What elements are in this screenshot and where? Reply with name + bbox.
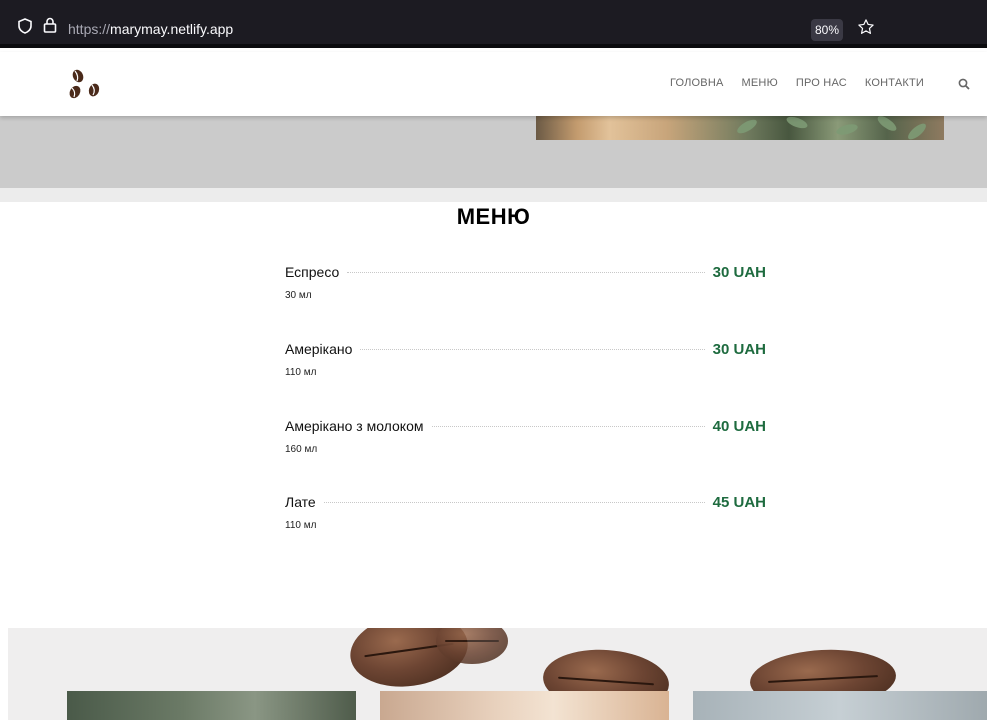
zoom-badge[interactable]: 80%: [811, 19, 843, 41]
menu-item-price: 45 UAH: [712, 494, 766, 511]
menu-item-price: 40 UAH: [712, 418, 766, 435]
section-divider: [0, 188, 987, 202]
menu-item: Еспресо 30 UAH 30 мл: [285, 264, 766, 312]
menu-item: Амерікано з молоком 40 UAH 160 мл: [285, 418, 766, 466]
menu-item: Лате 45 UAH 110 мл: [285, 494, 766, 542]
menu-item-volume: 110 мл: [285, 367, 317, 378]
main-nav: ГОЛОВНА МЕНЮ ПРО НАС КОНТАКТИ: [670, 77, 924, 89]
nav-home[interactable]: ГОЛОВНА: [670, 77, 724, 89]
gallery-card[interactable]: [380, 691, 669, 720]
menu-item-price: 30 UAH: [712, 341, 766, 358]
dotted-leader: [360, 349, 705, 350]
hero-image: [536, 116, 944, 140]
site-header: ГОЛОВНА МЕНЮ ПРО НАС КОНТАКТИ: [0, 52, 987, 116]
menu-item-price: 30 UAH: [712, 264, 766, 281]
menu-item-volume: 160 мл: [285, 444, 318, 455]
browser-toolbar: https://marymay.netlify.app 80%: [0, 0, 987, 48]
menu-item-volume: 30 мл: [285, 290, 312, 301]
dotted-leader: [431, 426, 705, 427]
gallery-card[interactable]: [693, 691, 987, 720]
coffee-beans-logo[interactable]: [66, 68, 106, 107]
url-protocol: https://: [68, 21, 111, 37]
hero-section: [0, 116, 987, 188]
nav-about[interactable]: ПРО НАС: [796, 77, 847, 89]
menu-item-name: Амерікано: [285, 341, 353, 357]
menu-item-name: Еспресо: [285, 264, 340, 280]
dotted-leader: [347, 272, 705, 273]
menu-item-volume: 110 мл: [285, 520, 317, 531]
menu-item: Амерікано 30 UAH 110 мл: [285, 341, 766, 389]
menu-title: МЕНЮ: [456, 204, 531, 229]
url-host: marymay.netlify.app: [110, 21, 234, 37]
address-bar[interactable]: https://marymay.netlify.app: [68, 21, 233, 37]
menu-item-name: Амерікано з молоком: [285, 418, 424, 434]
dotted-leader: [323, 502, 705, 503]
toolbar-divider: [0, 44, 987, 48]
nav-contacts[interactable]: КОНТАКТИ: [865, 77, 924, 89]
shield-icon[interactable]: [18, 18, 32, 39]
gallery-section: [8, 628, 987, 720]
bookmark-star-icon[interactable]: [857, 18, 875, 41]
menu-item-name: Лате: [285, 494, 316, 510]
nav-menu[interactable]: МЕНЮ: [742, 77, 778, 89]
search-icon[interactable]: [958, 77, 970, 95]
lock-icon[interactable]: [43, 17, 57, 38]
gallery-card[interactable]: [67, 691, 356, 720]
